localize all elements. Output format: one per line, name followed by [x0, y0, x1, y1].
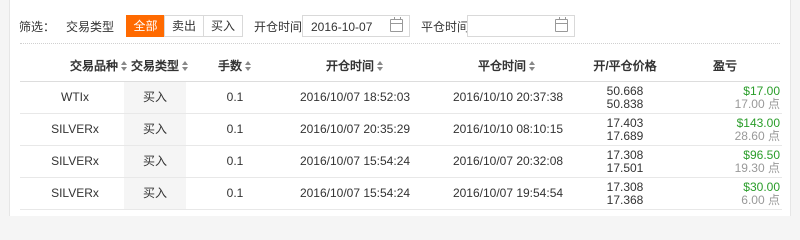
column-header-pl: 盈亏 [712, 59, 737, 73]
close-price: 17.501 [606, 161, 644, 175]
table-row: SILVERx 买入 0.1 2016/10/07 15:54:24 2016/… [20, 178, 782, 210]
column-header-type[interactable]: 交易类型 [115, 57, 205, 74]
sort-icon[interactable] [182, 61, 189, 71]
cell-symbol: SILVERx [51, 186, 99, 200]
filter-buy-button[interactable]: 买入 [203, 15, 243, 37]
cell-price: 17.308 17.368 [580, 178, 670, 209]
cell-price: 50.668 50.838 [580, 82, 670, 113]
cell-close-time: 2016/10/07 19:54:54 [452, 186, 564, 200]
cell-close-time: 2016/10/07 20:32:08 [452, 154, 564, 168]
cell-open-time: 2016/10/07 15:54:24 [299, 186, 411, 200]
cell-type: 买入 [124, 146, 186, 177]
column-header-open-time[interactable]: 开仓时间 [290, 57, 420, 74]
cell-pl: $96.50 19.30 点 [700, 146, 780, 177]
cell-type: 买入 [124, 82, 186, 113]
filter-all-button[interactable]: 全部 [126, 15, 165, 37]
table-header: 交易品种 交易类型 手数 开仓时间 平仓时间 开/平仓价格 盈亏 [10, 46, 792, 82]
table-row: WTIx 买入 0.1 2016/10/07 18:52:03 2016/10/… [20, 82, 782, 114]
cell-symbol: SILVERx [51, 154, 99, 168]
cell-open-time: 2016/10/07 20:35:29 [299, 122, 411, 136]
filter-divider [20, 43, 780, 44]
calendar-icon[interactable] [390, 17, 403, 32]
open-time-label: 开仓时间 [254, 20, 303, 34]
close-price: 17.689 [606, 129, 644, 143]
open-time-value: 2016-10-07 [311, 20, 373, 34]
sort-icon[interactable] [245, 61, 252, 71]
close-time-label: 平仓时间 [421, 20, 470, 34]
cell-price: 17.403 17.689 [580, 114, 670, 145]
trade-history-panel: 筛选： 交易类型 全部 卖出 买入 开仓时间 2016-10-07 平仓时间 交… [9, 0, 791, 216]
cell-lots: 0.1 [226, 122, 244, 136]
cell-open-time: 2016/10/07 18:52:03 [299, 90, 411, 104]
trade-type-label: 交易类型 [66, 20, 115, 34]
cell-close-time: 2016/10/10 20:37:38 [452, 90, 564, 104]
cell-pl: $30.00 6.00 点 [700, 178, 780, 209]
close-time-input[interactable] [467, 15, 575, 37]
cell-open-time: 2016/10/07 15:54:24 [299, 154, 411, 168]
table-row: SILVERx 买入 0.1 2016/10/07 15:54:24 2016/… [20, 146, 782, 178]
cell-type: 买入 [124, 178, 186, 209]
cell-pl: $143.00 28.60 点 [700, 114, 780, 145]
open-time-input[interactable]: 2016-10-07 [302, 15, 410, 37]
table-row: SILVERx 买入 0.1 2016/10/07 20:35:29 2016/… [20, 114, 782, 146]
pl-points: 17.00 点 [734, 97, 780, 111]
filter-bar: 筛选： 交易类型 全部 卖出 买入 开仓时间 2016-10-07 平仓时间 [10, 12, 792, 40]
filter-sell-button[interactable]: 卖出 [164, 15, 204, 37]
pl-points: 19.30 点 [734, 161, 780, 175]
cell-lots: 0.1 [226, 154, 244, 168]
cell-close-time: 2016/10/10 08:10:15 [452, 122, 564, 136]
column-header-close-time[interactable]: 平仓时间 [442, 57, 572, 74]
cell-type: 买入 [124, 114, 186, 145]
column-header-lots[interactable]: 手数 [195, 57, 275, 74]
cell-price: 17.308 17.501 [580, 146, 670, 177]
filter-label: 筛选： [19, 20, 56, 34]
cell-lots: 0.1 [226, 90, 244, 104]
cell-lots: 0.1 [226, 186, 244, 200]
pl-points: 28.60 点 [734, 129, 780, 143]
cell-symbol: SILVERx [51, 122, 99, 136]
cell-pl: $17.00 17.00 点 [700, 82, 780, 113]
sort-icon[interactable] [529, 61, 536, 71]
pl-points: 6.00 点 [741, 193, 780, 207]
calendar-icon[interactable] [555, 17, 568, 32]
close-price: 50.838 [606, 97, 644, 111]
close-price: 17.368 [606, 193, 644, 207]
column-header-price: 开/平仓价格 [593, 59, 657, 73]
sort-icon[interactable] [377, 61, 384, 71]
cell-symbol: WTIx [61, 90, 89, 104]
